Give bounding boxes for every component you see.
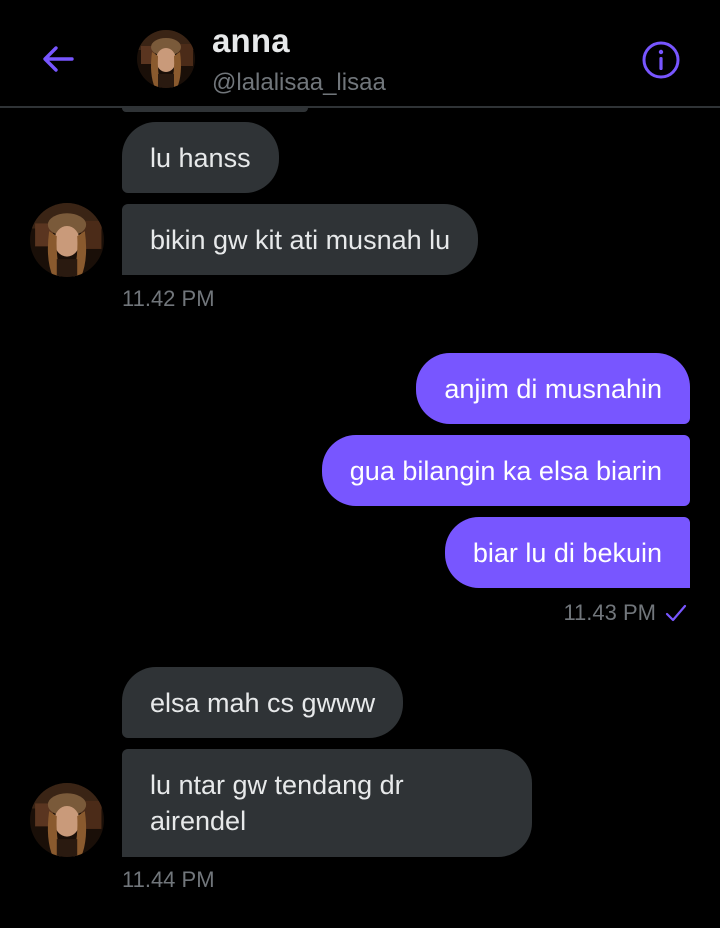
sender-avatar[interactable]	[30, 783, 104, 857]
avatar-image	[30, 203, 104, 277]
avatar-image	[30, 783, 104, 857]
dm-conversation-screen: anna @lalalisaa_lisaa lu hanss bikin gw …	[0, 0, 720, 928]
message-timestamp: 11.44 PM	[122, 867, 215, 892]
incoming-message[interactable]: bikin gw kit ati musnah lu	[122, 204, 479, 275]
message-timestamp: 11.42 PM	[122, 286, 215, 311]
conversation-info-button[interactable]	[638, 37, 684, 83]
info-circle-icon	[642, 41, 680, 79]
incoming-message[interactable]: lu hanss	[122, 122, 279, 193]
conversation-header: anna @lalalisaa_lisaa	[0, 0, 720, 108]
message-text: biar lu di bekuin	[472, 538, 662, 568]
message-text: lu hanss	[150, 143, 251, 173]
sender-avatar[interactable]	[30, 203, 104, 277]
avatar-image	[137, 30, 195, 88]
arrow-left-icon	[43, 46, 74, 72]
check-icon	[665, 604, 687, 622]
message-text: lu ntar gw tendang dr airendel	[150, 770, 404, 836]
contact-name[interactable]: anna	[212, 22, 290, 60]
previous-message-edge	[122, 108, 308, 112]
header-avatar[interactable]	[137, 30, 195, 88]
message-text: bikin gw kit ati musnah lu	[150, 225, 451, 255]
outgoing-message[interactable]: biar lu di bekuin	[444, 517, 690, 588]
outgoing-message[interactable]: anjim di musnahin	[416, 353, 690, 424]
message-text: gua bilangin ka elsa biarin	[349, 456, 662, 486]
back-button[interactable]	[30, 34, 86, 84]
message-text: elsa mah cs gwww	[150, 688, 376, 718]
incoming-message[interactable]: lu ntar gw tendang dr airendel	[122, 749, 532, 857]
outgoing-message[interactable]: gua bilangin ka elsa biarin	[321, 435, 690, 506]
incoming-message[interactable]: elsa mah cs gwww	[122, 667, 404, 738]
contact-handle: @lalalisaa_lisaa	[212, 69, 386, 96]
message-text: anjim di musnahin	[444, 374, 662, 404]
message-timestamp: 11.43 PM	[563, 600, 656, 625]
